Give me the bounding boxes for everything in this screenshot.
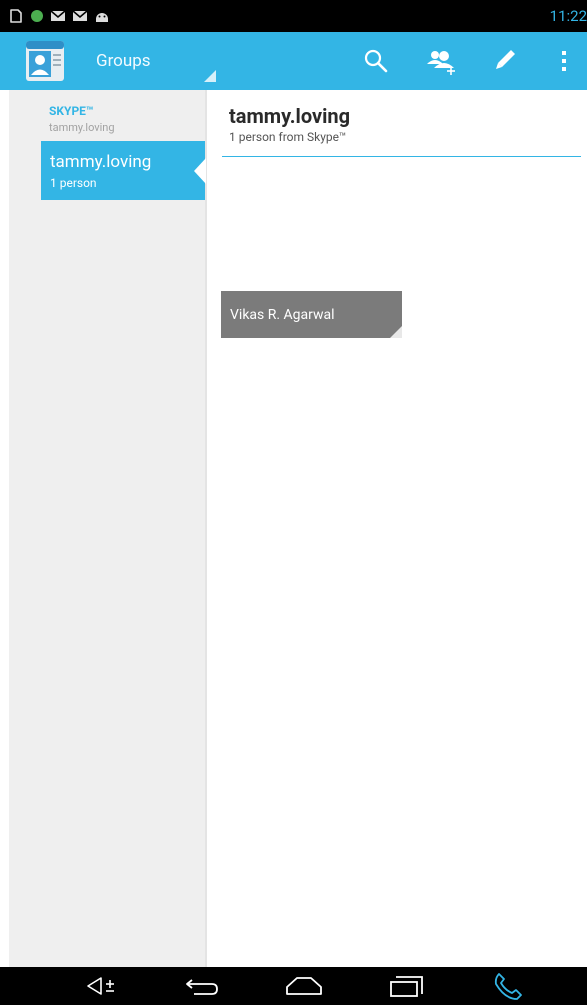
pane-divider — [205, 90, 207, 967]
overflow-menu-icon — [561, 51, 566, 71]
recent-apps-button[interactable] — [384, 967, 428, 1005]
group-list-item[interactable]: tammy.loving 1 person — [41, 141, 206, 200]
member-tile[interactable]: Vikas R. Agarwal — [221, 291, 402, 338]
group-item-title: tammy.loving — [50, 152, 152, 172]
circle-notification-icon — [31, 10, 43, 22]
search-button[interactable] — [348, 32, 404, 90]
phone-button[interactable] — [486, 967, 530, 1005]
group-subtitle: 1 person from Skype™ — [229, 130, 347, 144]
groups-list-pane — [9, 90, 205, 967]
group-title: tammy.loving — [229, 104, 351, 128]
back-icon — [186, 979, 218, 995]
action-bar: Groups — [0, 32, 587, 90]
selection-notch — [194, 158, 206, 184]
gmail-icon — [50, 10, 66, 21]
add-contact-button[interactable] — [413, 32, 469, 90]
member-name: Vikas R. Agarwal — [230, 307, 335, 323]
account-name: tammy.loving — [49, 121, 115, 134]
status-bar: 11:22 — [0, 0, 587, 32]
volume-icon — [87, 977, 114, 995]
gmail-icon — [72, 10, 88, 21]
edit-icon — [496, 50, 515, 69]
group-item-count: 1 person — [50, 176, 97, 190]
search-icon — [364, 49, 388, 73]
status-icons — [8, 7, 110, 25]
tile-corner-icon — [390, 326, 402, 338]
edit-group-button[interactable] — [477, 32, 533, 90]
contacts-app-icon[interactable] — [22, 38, 68, 84]
notification-icon — [10, 9, 22, 23]
back-button[interactable] — [180, 967, 224, 1005]
home-button[interactable] — [282, 967, 326, 1005]
status-time: 11:22 — [549, 7, 587, 25]
navigation-bar — [0, 967, 587, 1005]
overflow-menu-button[interactable] — [540, 32, 587, 90]
recent-apps-icon — [390, 976, 423, 997]
account-type-header: SKYPE™ — [49, 104, 94, 118]
volume-button[interactable] — [80, 967, 124, 1005]
groups-spinner-label[interactable]: Groups — [96, 50, 151, 72]
header-divider — [222, 156, 581, 157]
home-icon — [286, 977, 322, 995]
android-icon — [96, 13, 108, 22]
add-contact-icon — [427, 51, 455, 75]
phone-icon — [494, 973, 522, 1000]
left-margin — [0, 90, 9, 967]
spinner-indicator-icon[interactable] — [204, 70, 216, 82]
